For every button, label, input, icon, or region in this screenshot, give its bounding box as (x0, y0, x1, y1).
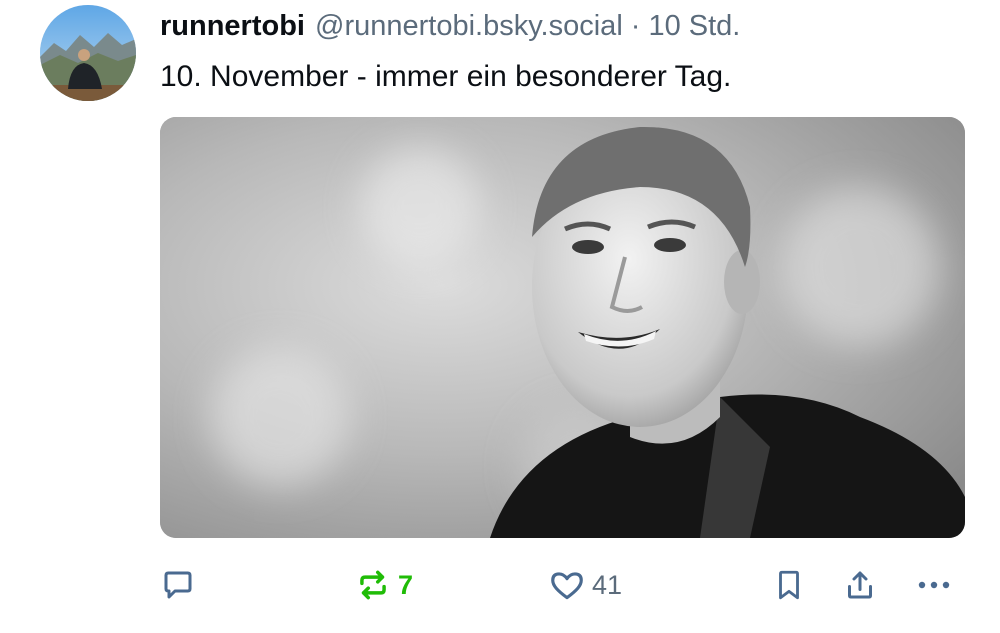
bookmark-icon (779, 570, 799, 600)
post-actions: 7 41 (0, 560, 1000, 610)
share-button[interactable] (842, 560, 878, 610)
bookmark-button[interactable] (772, 560, 806, 610)
repost-button[interactable]: 7 (354, 560, 413, 610)
portrait-photo (160, 117, 965, 538)
more-icon (918, 581, 950, 589)
avatar-image (40, 5, 136, 101)
reply-icon (164, 571, 192, 599)
heart-icon (551, 572, 583, 600)
like-button[interactable]: 41 (548, 560, 622, 610)
reply-button[interactable] (160, 560, 196, 610)
post-timestamp[interactable]: 10 Std. (648, 8, 740, 44)
avatar[interactable] (40, 5, 136, 101)
post-text: 10. November - immer ein besonderer Tag. (160, 60, 732, 93)
separator-dot: · (630, 10, 641, 42)
post-image[interactable] (160, 117, 965, 538)
more-options-button[interactable] (914, 560, 954, 610)
repost-icon (360, 570, 386, 600)
author-handle[interactable]: @runnertobi.bsky.social (315, 8, 623, 44)
repost-count: 7 (398, 569, 414, 600)
post: runnertobi @runnertobi.bsky.social · 10 … (0, 0, 1000, 633)
post-header: runnertobi @runnertobi.bsky.social · 10 … (160, 8, 740, 44)
author-display-name[interactable]: runnertobi (160, 8, 305, 44)
like-count: 41 (592, 569, 623, 600)
share-icon (848, 571, 872, 599)
